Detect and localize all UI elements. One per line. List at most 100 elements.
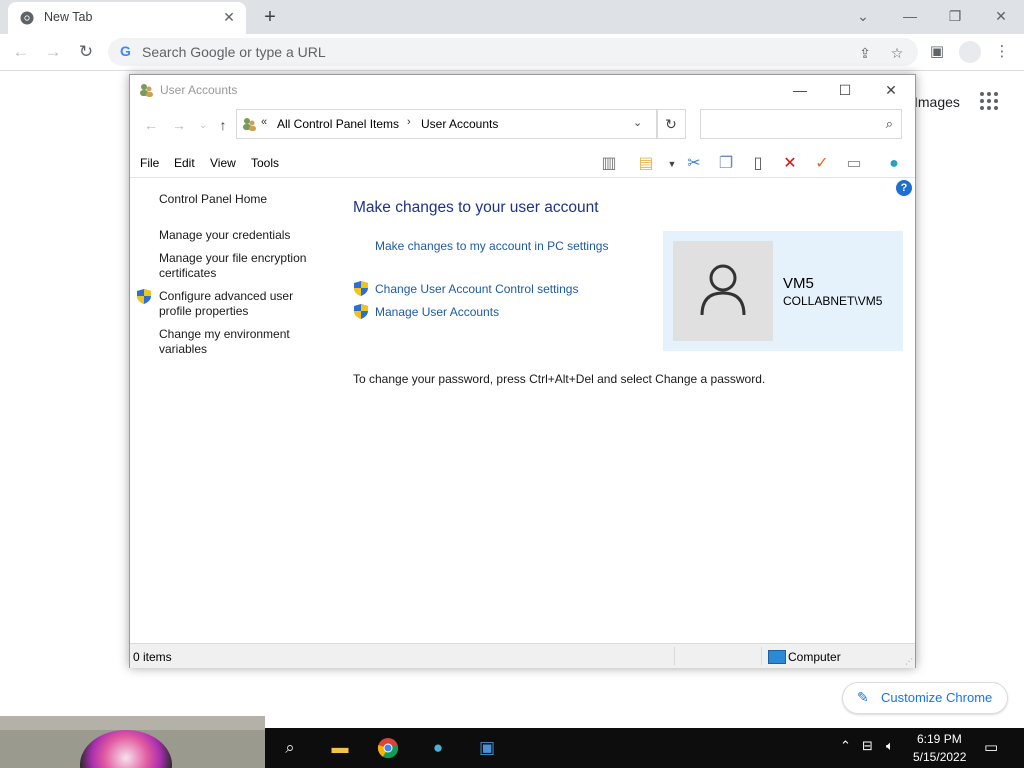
profile-icon[interactable] [959,41,981,63]
search-icon[interactable]: ⌕ [278,736,302,760]
control-panel-home-link[interactable]: Control Panel Home [159,192,319,207]
breadcrumb-user-accounts[interactable]: User Accounts [421,117,498,131]
window-title: User Accounts [160,83,238,97]
tab-title: New Tab [44,10,93,24]
volume-icon[interactable]: 🔈︎ [886,738,894,754]
address-bar[interactable]: « All Control Panel Items › User Account… [236,109,658,139]
breadcrumb-overflow[interactable]: « [261,116,267,128]
close-window-button[interactable]: ✕ [989,4,1013,28]
page-heading: Make changes to your user account [353,199,599,216]
paste-icon[interactable]: ▯ [747,153,769,175]
breadcrumb-separator-icon[interactable]: › [407,116,411,128]
status-bar: 0 items Computer ⋰ [130,643,915,668]
refresh-icon[interactable]: ↻ [656,109,686,139]
file-explorer-icon[interactable]: ▬ [328,736,352,760]
menu-edit[interactable]: Edit [174,156,195,170]
menu-tools[interactable]: Tools [251,156,279,170]
share-icon[interactable]: ⇪ [856,44,874,62]
delete-icon[interactable]: ✕ [779,153,801,175]
back-icon[interactable]: ← [9,40,33,64]
explorer-forward-icon[interactable]: → [170,115,188,135]
tab-search-icon[interactable]: ⌄ [851,4,875,28]
rename-icon[interactable]: ▭ [843,153,865,175]
computer-icon [768,650,786,664]
uac-settings-link[interactable]: Change User Account Control settings [375,282,578,296]
network-globe-icon[interactable]: ● [426,736,450,760]
explorer-maximize-button[interactable]: ☐ [830,79,860,101]
breadcrumb-all-control-panel-items[interactable]: All Control Panel Items [277,117,399,131]
chrome-icon[interactable] [376,736,400,760]
forward-icon[interactable]: → [41,40,65,64]
avatar [673,241,773,341]
properties-dropdown-icon[interactable]: ▼ [661,153,683,175]
up-arrow-icon[interactable]: ↑ [214,115,232,135]
properties-icon[interactable]: ▤ [635,153,657,175]
pencil-icon: ✎ [857,689,869,705]
explorer-back-icon[interactable]: ← [142,115,160,135]
new-tab-button[interactable]: + [258,5,282,29]
password-note: To change your password, press Ctrl+Alt+… [353,372,766,386]
preview-pane-icon[interactable]: ▥ [598,153,620,175]
minimize-button[interactable]: — [898,4,922,28]
status-location: Computer [788,650,841,664]
webcam-object [80,730,172,768]
status-item-count: 0 items [133,650,172,664]
user-silhouette-icon [700,264,746,316]
cut-icon[interactable]: ✂ [683,153,705,175]
restore-button[interactable]: ❐ [943,4,967,28]
chrome-toolbar: ← → ↻ G Search Google or type a URL ⇪ ☆ … [0,34,1024,71]
status-divider [761,647,762,665]
google-g-icon: G [120,43,131,59]
side-panel-icon[interactable]: ▣ [927,42,947,62]
menu-file[interactable]: File [140,156,159,170]
resize-grip-icon[interactable]: ⋰ [905,658,913,666]
search-input[interactable]: ⌕ [700,109,902,139]
notification-icon[interactable]: ▭ [984,738,998,756]
control-panel-icon[interactable]: ▣ [475,736,499,760]
copy-icon[interactable]: ❐ [715,153,737,175]
menu-view[interactable]: View [210,156,236,170]
customize-chrome-button[interactable]: ✎ Customize Chrome [842,682,1008,714]
recent-locations-icon[interactable]: ⌄ [194,115,212,135]
search-icon: ⌕ [885,116,893,131]
bookmark-star-icon[interactable]: ☆ [888,44,906,62]
user-accounts-icon [140,84,153,97]
network-icon[interactable]: ⊟ [862,738,873,754]
tab-new-tab[interactable]: New Tab ✕ [8,2,246,34]
omnibox[interactable]: G Search Google or type a URL ⇪ ☆ [108,38,918,66]
tray-chevron-icon[interactable]: ⌃ [840,738,851,754]
images-link[interactable]: Images [914,94,960,110]
apps-grid-icon[interactable] [980,92,1000,112]
advanced-profile-link[interactable]: Configure advanced user profile properti… [159,289,319,319]
address-dropdown-icon[interactable]: ⌄ [633,116,642,129]
environment-variables-link[interactable]: Change my environment variables [159,327,319,357]
webcam-preview [0,716,265,768]
pc-settings-link[interactable]: Make changes to my account in PC setting… [375,239,608,253]
status-divider [674,647,675,665]
file-encryption-link[interactable]: Manage your file encryption certificates [159,251,319,281]
chrome-favicon-icon [20,11,34,25]
uac-shield-icon [354,281,368,296]
tab-close-icon[interactable]: ✕ [220,8,238,26]
manage-user-accounts-link[interactable]: Manage User Accounts [375,305,499,319]
reload-icon[interactable]: ↻ [74,40,98,64]
explorer-close-button[interactable]: ✕ [876,79,906,101]
help-icon[interactable]: ? [896,180,912,196]
user-domain-account: COLLABNET\VM5 [783,294,883,308]
clock-time[interactable]: 6:19 PM [917,732,962,746]
clock-date[interactable]: 5/15/2022 [913,750,966,764]
user-tile: VM5 COLLABNET\VM5 [663,231,903,351]
user-name: VM5 [783,275,814,292]
navigation-bar: ← → ⌄ ↑ « All Control Panel Items › User… [130,109,915,141]
window-titlebar[interactable]: User Accounts — ☐ ✕ [130,75,915,105]
explorer-minimize-button[interactable]: — [785,79,815,101]
uac-shield-icon [354,304,368,319]
chrome-tabstrip: New Tab ✕ + ⌄ — ❐ ✕ [0,0,1024,34]
menu-icon[interactable]: ⋮ [992,42,1012,62]
menu-bar: File Edit View Tools ▥ ▤ ▼ ✂ ❐ ▯ ✕ ✓ ▭ ● [130,149,915,178]
customize-chrome-label: Customize Chrome [881,690,993,705]
manage-credentials-link[interactable]: Manage your credentials [159,228,319,243]
checkmark-icon[interactable]: ✓ [811,153,833,175]
user-accounts-window: User Accounts — ☐ ✕ ← → ⌄ ↑ « All Contro… [129,74,916,668]
network-globe-icon[interactable]: ● [883,153,905,175]
